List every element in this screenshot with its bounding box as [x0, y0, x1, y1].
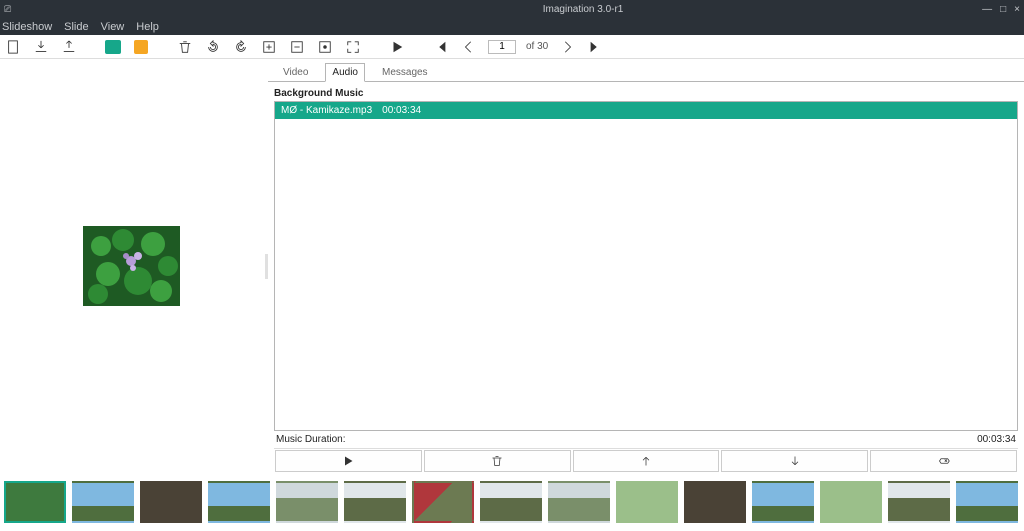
zoom-in-button[interactable]	[260, 38, 278, 56]
filmstrip[interactable]	[0, 473, 1024, 531]
menu-bar: Slideshow Slide View Help	[0, 18, 1024, 35]
audio-controls	[274, 448, 1018, 473]
tab-messages[interactable]: Messages	[375, 63, 435, 81]
slide-thumb-3[interactable]	[140, 481, 202, 523]
duration-row: Music Duration: 00:03:34	[274, 431, 1018, 448]
tabs: Video Audio Messages	[268, 59, 1024, 82]
slide-thumb-10[interactable]	[616, 481, 678, 523]
audio-delete-button[interactable]	[424, 450, 571, 472]
page-input[interactable]	[488, 40, 516, 54]
toolbar: of 30	[0, 35, 1024, 59]
page-of-label: of 30	[526, 41, 548, 52]
track-name: MØ - Kamikaze.mp3	[281, 105, 372, 116]
main-area: Video Audio Messages Background Music MØ…	[0, 59, 1024, 473]
zoom-fit-button[interactable]	[316, 38, 334, 56]
audio-play-button[interactable]	[275, 450, 422, 472]
slide-thumb-11[interactable]	[684, 481, 746, 523]
right-pane: Video Audio Messages Background Music MØ…	[268, 59, 1024, 473]
audio-panel: Background Music MØ - Kamikaze.mp3 00:03…	[268, 82, 1024, 473]
audio-clear-button[interactable]	[870, 450, 1017, 472]
app-icon: ⎚	[4, 4, 11, 15]
slide-thumb-15[interactable]	[956, 481, 1018, 523]
slide-thumb-13[interactable]	[820, 481, 882, 523]
new-button[interactable]	[4, 38, 22, 56]
duration-value: 00:03:34	[977, 434, 1016, 445]
bg-music-heading: Background Music	[274, 86, 1018, 101]
next-button[interactable]	[558, 38, 576, 56]
slide-thumb-14[interactable]	[888, 481, 950, 523]
first-button[interactable]	[432, 38, 450, 56]
rotate-right-button[interactable]	[232, 38, 250, 56]
track-length: 00:03:34	[382, 105, 421, 116]
tab-audio[interactable]: Audio	[325, 63, 365, 82]
menu-slideshow[interactable]: Slideshow	[2, 21, 52, 33]
preview-image	[83, 226, 180, 306]
slide-thumb-6[interactable]	[344, 481, 406, 523]
slide-thumb-9[interactable]	[548, 481, 610, 523]
menu-help[interactable]: Help	[136, 21, 159, 33]
slide-thumb-7[interactable]	[412, 481, 474, 523]
menu-view[interactable]: View	[101, 21, 125, 33]
menu-slide[interactable]: Slide	[64, 21, 88, 33]
fullscreen-button[interactable]	[344, 38, 362, 56]
window-minimize[interactable]: —	[982, 4, 992, 15]
audio-button[interactable]	[132, 38, 150, 56]
image-button[interactable]	[104, 38, 122, 56]
slide-thumb-1[interactable]	[4, 481, 66, 523]
tab-video[interactable]: Video	[276, 63, 315, 81]
audio-move-up-button[interactable]	[573, 450, 720, 472]
duration-label: Music Duration:	[276, 434, 345, 445]
slide-thumb-5[interactable]	[276, 481, 338, 523]
slide-thumb-4[interactable]	[208, 481, 270, 523]
slide-thumb-12[interactable]	[752, 481, 814, 523]
delete-button[interactable]	[176, 38, 194, 56]
play-button[interactable]	[388, 38, 406, 56]
prev-button[interactable]	[460, 38, 478, 56]
export-button[interactable]	[60, 38, 78, 56]
window-maximize[interactable]: □	[1000, 4, 1006, 15]
window-close[interactable]: ×	[1014, 4, 1020, 15]
track-list[interactable]: MØ - Kamikaze.mp3 00:03:34	[274, 101, 1018, 431]
window-title: Imagination 3.0-r1	[543, 4, 624, 15]
slide-thumb-8[interactable]	[480, 481, 542, 523]
zoom-out-button[interactable]	[288, 38, 306, 56]
slide-thumb-2[interactable]	[72, 481, 134, 523]
rotate-left-button[interactable]	[204, 38, 222, 56]
title-bar: ⎚ Imagination 3.0-r1 — □ ×	[0, 0, 1024, 18]
titlebar-left: ⎚	[4, 4, 184, 15]
last-button[interactable]	[586, 38, 604, 56]
import-button[interactable]	[32, 38, 50, 56]
audio-move-down-button[interactable]	[721, 450, 868, 472]
track-row-selected[interactable]: MØ - Kamikaze.mp3 00:03:34	[275, 102, 1017, 119]
preview-pane	[0, 59, 265, 473]
